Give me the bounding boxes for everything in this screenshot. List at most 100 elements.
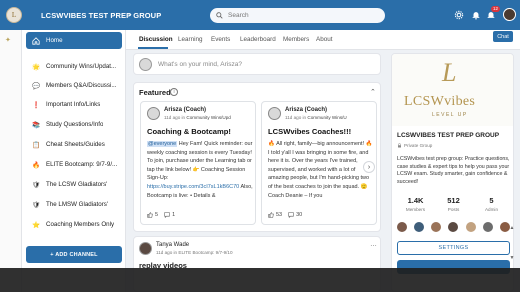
user-avatar[interactable] [503,8,516,21]
like-count: 5 [155,212,159,218]
avatar [414,222,425,232]
post-composer[interactable]: What's on your mind, Arisza? [133,53,381,75]
card-body: 🔥 All right, family—big announcement! 🔥 … [268,141,373,199]
home-icon [31,36,41,46]
sidebar-item-members-qa[interactable]: 💬 Members Q&A/Discussi... [26,77,122,94]
search-icon [216,12,223,19]
scroll-down-icon[interactable]: ▼ [508,254,516,262]
stat-label: Posts [447,207,460,212]
add-channel-button[interactable]: + ADD CHANNEL [26,246,122,263]
chevron-down-icon[interactable]: ⌄ [127,10,133,18]
sidebar-item-label: Members Q&A/Discussi... [46,82,117,89]
tab-events[interactable]: Events [211,32,230,48]
search-input[interactable] [228,12,378,19]
tab-discussion[interactable]: Discussion [139,32,173,48]
tab-learning[interactable]: Learning [178,32,203,48]
featured-card[interactable]: Arisza (Coach) 11d ago in Community Wins… [261,101,377,225]
comment-icon [288,212,294,218]
left-rail: ✦ [0,30,22,292]
chat-button[interactable]: Chat [493,31,513,42]
gear-icon[interactable] [453,9,464,20]
avatar [268,107,281,120]
info-icon[interactable]: i [170,88,178,96]
chevron-right-icon[interactable]: › [363,161,375,173]
post-channel[interactable]: ELITE Bootcamp: 9/7-9/10 [178,250,232,255]
sidebar-item-label: The LMSW Gladiators' [46,201,109,208]
stat-posts[interactable]: 512 Posts [435,196,472,212]
sidebar-item-study-questions[interactable]: 📚 Study Questions/Info [26,116,122,133]
stat-value: 5 [489,196,494,205]
sidebar-item-elite-bootcamp[interactable]: 🔥 ELITE Bootcamp: 9/7-9/... [26,156,122,173]
privacy-text: Private Group [404,143,433,148]
group-logo[interactable]: L [6,7,22,23]
member-avatars[interactable] [397,222,510,234]
chevron-up-icon[interactable]: ⌃ [370,88,376,96]
notification-badge: 12 [491,6,501,12]
search-bar[interactable] [210,8,385,23]
like-button[interactable]: 5 [147,212,158,218]
tab-leaderboard[interactable]: Leaderboard [240,32,276,48]
group-name[interactable]: LCSWVIBES TEST PREP GROUP [41,11,161,20]
tab-bar: Discussion Learning Events Leaderboard M… [126,30,520,50]
thumbs-up-icon [268,212,274,218]
avatar[interactable] [139,242,152,255]
tab-about[interactable]: About [316,32,332,48]
featured-title: Featured [139,88,171,97]
group-stats: 1.4K Members 512 Posts 5 Admin [397,196,510,212]
sidebar-item-label: Community Wins/Updat... [46,63,117,70]
clipboard-emoji-icon: 📋 [31,141,41,149]
sidebar-item-home[interactable]: Home [26,32,122,49]
settings-button[interactable]: SETTINGS [397,241,510,255]
star-emoji-icon: ⭐ [31,221,41,229]
card-author[interactable]: Arisza (Coach) [285,107,327,113]
sidebar-item-label: Home [46,37,63,44]
sidebar-item-important-info[interactable]: ❗ Important Info/Links [26,96,122,113]
like-count: 53 [276,212,283,218]
channel-sidebar: Home 🌟 Community Wins/Updat... 💬 Members… [22,30,126,292]
more-options-icon[interactable]: … [370,241,377,248]
card-text: Hey Fam! Quick reminder: our weekly coac… [147,141,253,182]
sparkle-icon[interactable]: ✦ [5,36,11,44]
fire-emoji-icon: 🔥 [31,161,41,169]
card-channel[interactable]: Community Wins/U [307,115,346,120]
sidebar-item-lmsw-gladiators[interactable]: 🛡 The LMSW Gladiators' [26,196,122,213]
sidebar-item-label: ELITE Bootcamp: 9/7-9/... [46,161,118,168]
shield-emoji-icon: 🛡 [31,201,41,209]
group-about-panel: L LCSWvibes LEVEL UP LCSWVIBES TEST PREP… [391,53,514,292]
signup-link[interactable]: https://buy.stripe.com/3cI7sL1kB6C70 [147,184,239,190]
card-title[interactable]: LCSWvibes Coaches!!! [268,127,351,136]
tab-members[interactable]: Members [283,32,309,48]
sparkle-emoji-icon: 🌟 [31,63,41,71]
card-title[interactable]: Coaching & Bootcamp! [147,127,231,136]
card-footer: 5 1 [147,212,175,218]
featured-card[interactable]: Arisza (Coach) 11d ago in Community Wins… [140,101,256,225]
banner-brand: LCSWvibes [404,94,476,109]
sidebar-item-label: The LCSW Gladiators' [46,181,108,188]
card-channel[interactable]: Community Wins/Upd [186,115,230,120]
comment-count: 30 [296,212,303,218]
sidebar-item-coaching-members[interactable]: ⭐ Coaching Members Only [26,216,122,233]
stat-admin[interactable]: 5 Admin [473,196,510,212]
comment-count: 1 [172,212,176,218]
comment-button[interactable]: 30 [288,212,302,218]
sidebar-item-community-wins[interactable]: 🌟 Community Wins/Updat... [26,58,122,75]
card-author[interactable]: Arisza (Coach) [164,107,206,113]
avatar [147,107,160,120]
post-author[interactable]: Tanya Wade [156,242,189,248]
card-meta: 11d ago in Community Wins/Upd [164,115,231,120]
bell-icon[interactable] [470,9,481,20]
like-button[interactable]: 53 [268,212,282,218]
mention-tag[interactable]: @everyone [147,141,178,147]
avatar [397,222,407,232]
card-time: 11d ago in [164,115,186,120]
stat-members[interactable]: 1.4K Members [397,196,434,212]
stat-value: 512 [447,196,460,205]
post-time: 11d ago in [156,250,178,255]
sidebar-item-cheat-sheets[interactable]: 📋 Cheat Sheets/Guides [26,136,122,153]
comment-button[interactable]: 1 [164,212,175,218]
scroll-up-icon[interactable]: ▲ [508,224,516,232]
card-footer: 53 30 [268,212,302,218]
sidebar-item-lcsw-gladiators[interactable]: 🛡 The LCSW Gladiators' [26,176,122,193]
comment-icon [164,212,170,218]
composer-placeholder[interactable]: What's on your mind, Arisza? [158,61,242,68]
